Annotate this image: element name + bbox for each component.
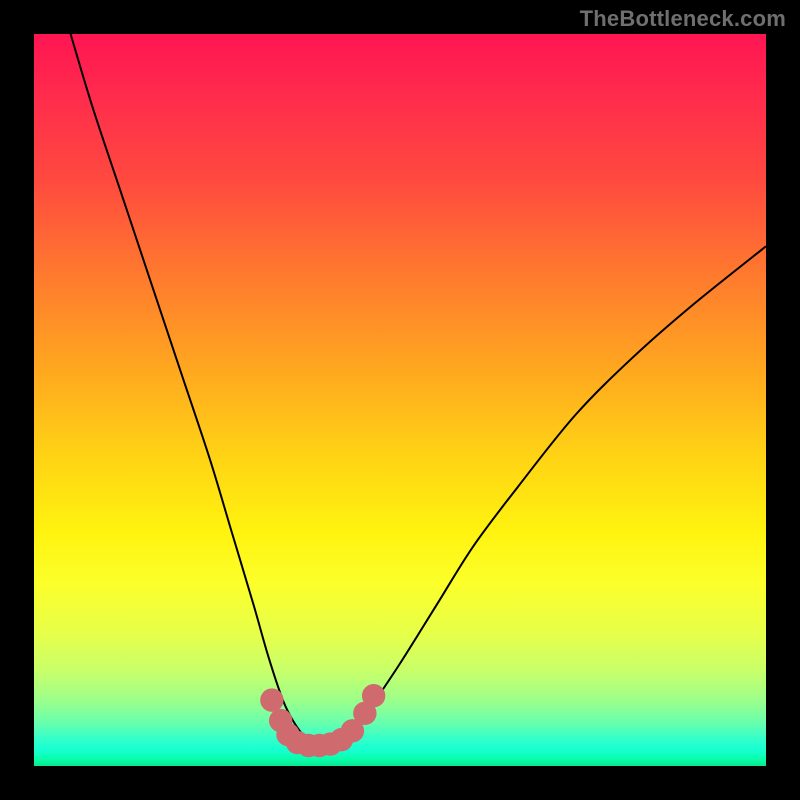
watermark-text: TheBottleneck.com xyxy=(580,6,786,32)
outer-frame: TheBottleneck.com xyxy=(0,0,800,800)
curve-marker xyxy=(362,684,385,707)
bottleneck-curve xyxy=(71,34,766,745)
curve-marker xyxy=(260,688,283,711)
chart-svg xyxy=(34,34,766,766)
marker-group xyxy=(260,684,385,757)
